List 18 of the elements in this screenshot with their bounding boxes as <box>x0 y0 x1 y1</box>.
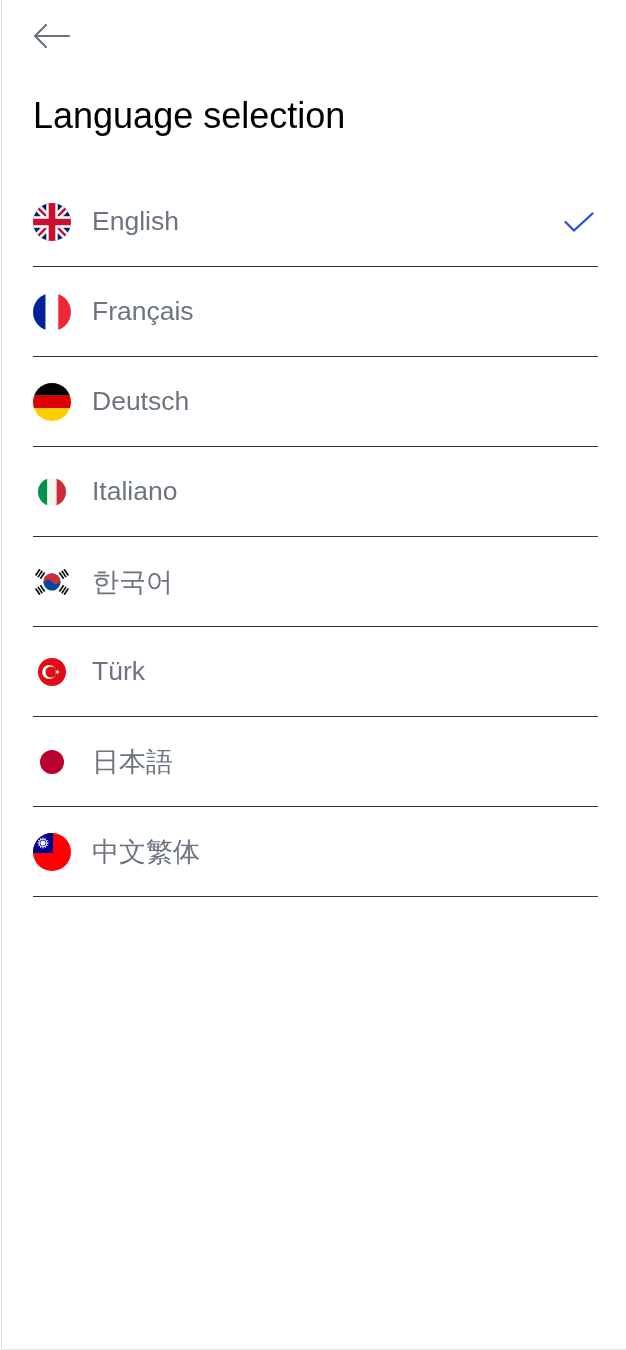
page-title: Language selection <box>33 95 347 137</box>
language-option[interactable]: Français <box>33 267 598 357</box>
japan-flag-icon <box>40 749 64 774</box>
language-option[interactable]: Türk <box>33 627 598 717</box>
germany-flag-icon <box>33 382 71 421</box>
language-option[interactable]: Italiano <box>33 447 598 537</box>
uk-flag-icon <box>33 202 71 241</box>
taiwan-flag-icon <box>33 832 71 871</box>
italy-flag-icon <box>38 477 66 506</box>
turkey-flag-icon <box>38 657 66 686</box>
language-option[interactable]: 日本語 <box>33 717 598 807</box>
france-flag-icon <box>33 292 71 331</box>
back-arrow-icon <box>33 24 70 48</box>
back-button[interactable] <box>33 22 70 50</box>
language-option[interactable]: 한국어 <box>33 537 598 627</box>
language-option[interactable]: 中文繁体 <box>33 807 598 897</box>
language-option[interactable]: English <box>33 177 598 267</box>
language-option[interactable]: Deutsch <box>33 357 598 447</box>
